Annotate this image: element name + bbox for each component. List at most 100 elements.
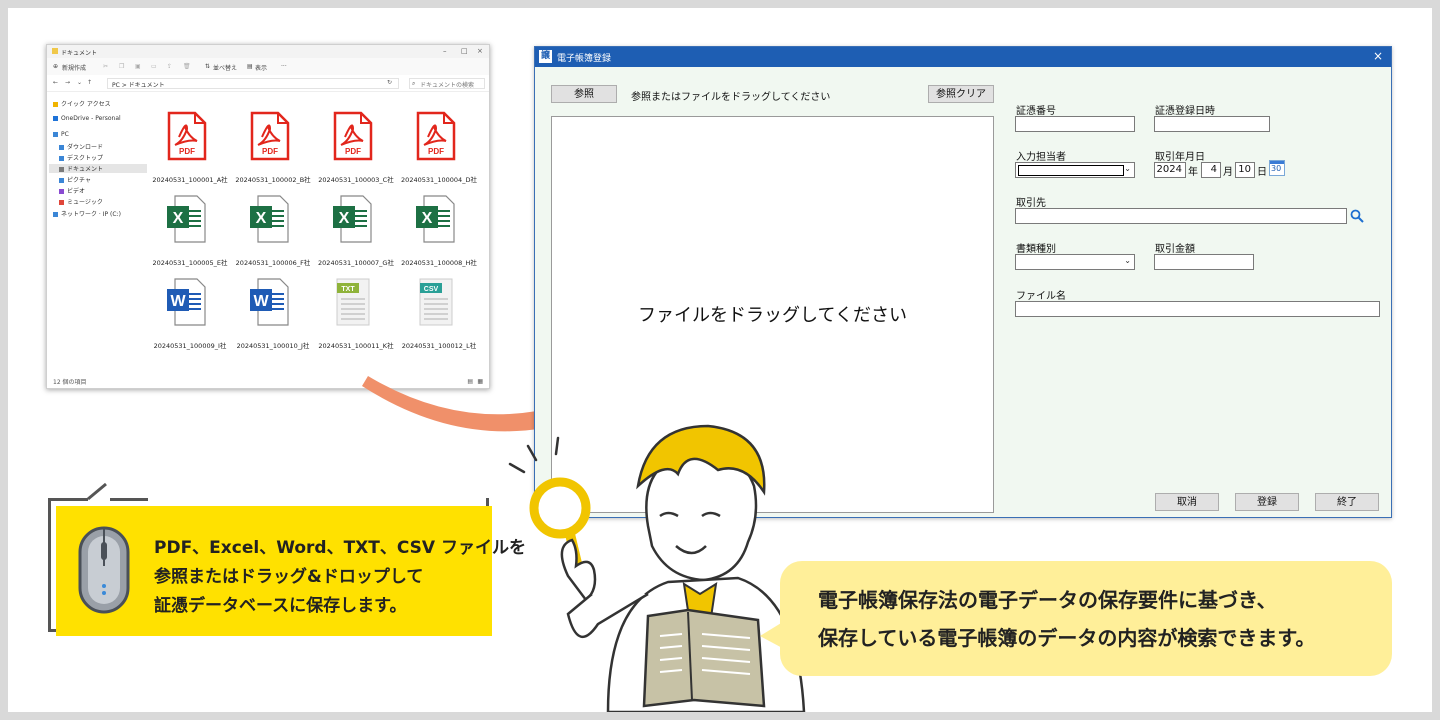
- calendar-icon-day: 30: [1271, 164, 1282, 173]
- person-label: 入力担当者: [1016, 152, 1066, 163]
- person-select-value: [1018, 165, 1124, 176]
- amount-field[interactable]: [1154, 254, 1254, 270]
- reg-datetime-field[interactable]: [1154, 116, 1270, 132]
- svg-text:PDF: PDF: [179, 147, 195, 156]
- nav-item-downloads[interactable]: ダウンロード: [59, 142, 153, 151]
- download-icon: [59, 145, 64, 150]
- folder-icon: [52, 48, 58, 54]
- nav-item-quick-access[interactable]: クイック アクセス: [53, 99, 147, 108]
- month-field[interactable]: 4: [1201, 162, 1221, 178]
- maximize-icon[interactable]: □: [461, 47, 468, 55]
- address-bar[interactable]: PC > ドキュメント: [107, 78, 399, 89]
- pdf-file-icon: PDF: [167, 111, 207, 161]
- mouse-icon: [78, 526, 130, 614]
- file-name: 20240531_100004_D社: [401, 176, 477, 184]
- txt-file-icon: TXT: [336, 278, 370, 326]
- exit-button[interactable]: 終了: [1315, 493, 1379, 511]
- refresh-icon[interactable]: ↻: [387, 79, 392, 86]
- paste-icon[interactable]: ▣: [135, 63, 141, 70]
- reg-datetime-label: 証憑登録日時: [1155, 106, 1215, 117]
- navigation-pane: クイック アクセス OneDrive - Personal PC ダウンロード …: [47, 95, 147, 375]
- explorer-title: ドキュメント: [61, 50, 98, 57]
- status-text: 12 個の項目: [53, 379, 87, 386]
- nav-item-desktop[interactable]: デスクトップ: [59, 153, 153, 162]
- excel-file-icon: X: [250, 195, 289, 243]
- pdf-file-icon: PDF: [416, 111, 456, 161]
- new-button[interactable]: 新規作成: [62, 63, 86, 72]
- register-titlebar: 譲 電子帳簿登録 ×: [535, 47, 1391, 67]
- voucher-no-field[interactable]: [1015, 116, 1135, 132]
- nav-item-music[interactable]: ミュージック: [59, 197, 153, 206]
- year-field[interactable]: 2024: [1154, 162, 1186, 178]
- callout-left-text: PDF、Excel、Word、TXT、CSV ファイルを 参照またはドラッグ&ド…: [154, 534, 526, 621]
- view-icon[interactable]: ▤: [247, 63, 253, 70]
- sort-icon[interactable]: ⇅: [205, 63, 210, 70]
- svg-text:PDF: PDF: [345, 147, 361, 156]
- register-title: 電子帳簿登録: [557, 54, 612, 64]
- cloud-icon: [53, 116, 58, 121]
- pdf-file-icon: PDF: [250, 111, 290, 161]
- address-bar-row: ← → ⌄ ↑ PC > ドキュメント ↻ ⌕ ドキュメントの検索: [47, 75, 489, 92]
- nav-item-pictures[interactable]: ピクチャ: [59, 175, 153, 184]
- partner-field[interactable]: [1015, 208, 1347, 224]
- search-icon[interactable]: [1350, 209, 1364, 223]
- nav-item-videos[interactable]: ビデオ: [59, 186, 153, 195]
- up-icon[interactable]: ↑: [87, 79, 92, 86]
- file-name: 20240531_100009_I社: [153, 342, 227, 350]
- close-icon[interactable]: ×: [477, 47, 483, 55]
- callout-right-line-1: 電子帳簿保存法の電子データの保存要件に基づき、: [818, 588, 1277, 612]
- amount-label: 取引金額: [1155, 244, 1195, 255]
- nav-item-onedrive[interactable]: OneDrive - Personal: [53, 115, 147, 124]
- trade-date-label: 取引年月日: [1155, 152, 1205, 163]
- view-button[interactable]: 表示: [255, 63, 267, 72]
- file-name: 20240531_100006_F社: [235, 259, 311, 267]
- back-icon[interactable]: ←: [53, 79, 58, 86]
- svg-text:X: X: [339, 210, 350, 227]
- app-logo-icon: 譲: [539, 50, 552, 63]
- explorer-titlebar: ドキュメント – □ ×: [47, 45, 489, 58]
- nav-item-network[interactable]: ネットワーク · IP (C:): [53, 209, 147, 218]
- filename-field[interactable]: [1015, 301, 1380, 317]
- nav-item-documents[interactable]: ドキュメント: [49, 164, 147, 173]
- chevron-down-icon[interactable]: ⌄: [77, 79, 82, 86]
- doc-type-select[interactable]: ⌄: [1015, 254, 1135, 270]
- browse-hint: 参照またはファイルをドラッグしてください: [631, 92, 831, 103]
- file-name: 20240531_100003_C社: [318, 176, 394, 184]
- desktop-icon: [59, 156, 64, 161]
- register-button[interactable]: 登録: [1235, 493, 1299, 511]
- search-placeholder: ドキュメントの検索: [420, 82, 475, 89]
- delete-icon[interactable]: 🗑: [183, 63, 191, 70]
- pc-icon: [53, 132, 58, 137]
- day-field[interactable]: 10: [1235, 162, 1255, 178]
- svg-text:TXT: TXT: [341, 286, 355, 293]
- close-icon[interactable]: ×: [1373, 49, 1383, 63]
- pdf-file-icon: PDF: [333, 111, 373, 161]
- svg-text:PDF: PDF: [428, 147, 444, 156]
- clear-browse-button[interactable]: 参照クリア: [928, 85, 994, 103]
- copy-icon[interactable]: ❐: [119, 63, 124, 70]
- more-button[interactable]: ···: [281, 63, 287, 70]
- forward-icon[interactable]: →: [65, 79, 70, 86]
- search-input[interactable]: ⌕ ドキュメントの検索: [409, 78, 485, 89]
- callout-right: 電子帳簿保存法の電子データの保存要件に基づき、 保存している電子帳簿のデータの内…: [780, 561, 1392, 676]
- calendar-icon[interactable]: 30: [1269, 160, 1285, 176]
- excel-file-icon: X: [333, 195, 372, 243]
- address-path: PC > ドキュメント: [112, 82, 165, 89]
- minimize-icon[interactable]: –: [443, 47, 447, 55]
- svg-text:X: X: [173, 210, 184, 227]
- new-icon[interactable]: ⊕: [53, 63, 58, 70]
- person-select[interactable]: ⌄: [1015, 162, 1135, 178]
- cancel-button[interactable]: 取消: [1155, 493, 1219, 511]
- file-name: 20240531_100001_A社: [152, 176, 228, 184]
- nav-item-pc[interactable]: PC: [53, 131, 147, 140]
- year-unit: 年: [1188, 167, 1198, 178]
- word-file-icon: W: [167, 278, 206, 326]
- browse-button[interactable]: 参照: [551, 85, 617, 103]
- file-name: 20240531_100008_H社: [401, 259, 477, 267]
- sort-button[interactable]: 並べ替え: [213, 63, 237, 72]
- rename-icon[interactable]: ▭: [151, 63, 157, 70]
- csv-file-icon: CSV: [419, 278, 453, 326]
- cut-icon[interactable]: ✂: [103, 63, 108, 70]
- chevron-down-icon: ⌄: [1124, 164, 1131, 173]
- share-icon[interactable]: ⇪: [167, 63, 172, 70]
